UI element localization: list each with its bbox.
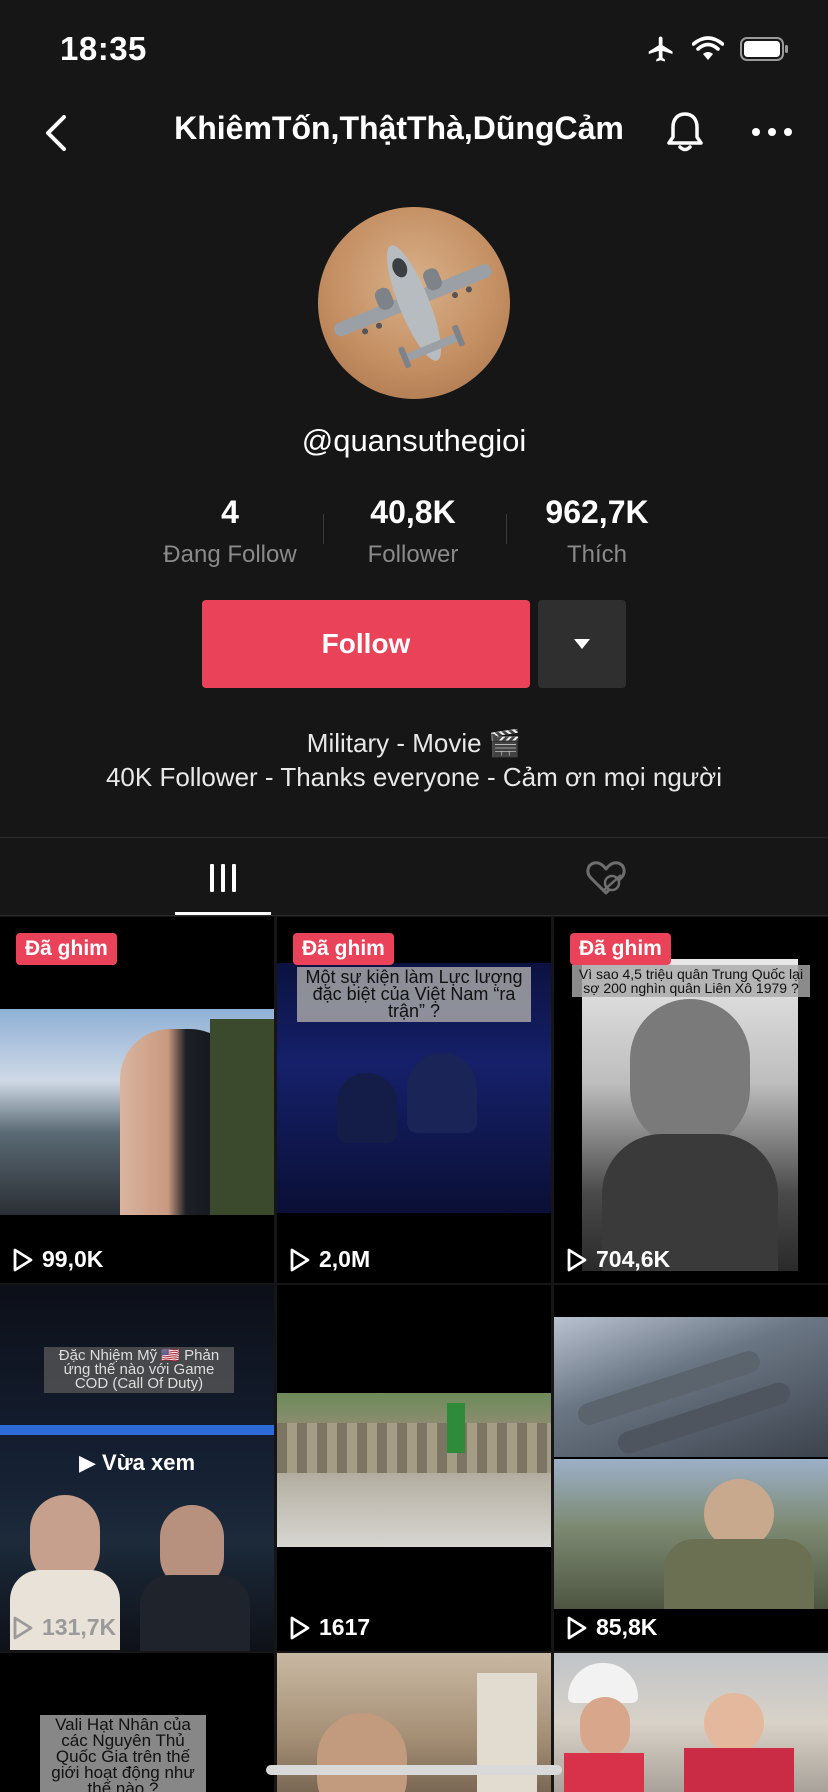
pinned-badge: Đã ghim — [293, 933, 394, 965]
suggested-accounts-button[interactable] — [538, 600, 626, 688]
following-stat[interactable]: 4 Đang Follow — [130, 494, 330, 569]
video-tile[interactable]: Đã ghim Một sự kiện làm Lực lượng đặc bi… — [277, 917, 551, 1283]
video-caption: Vali Hạt Nhân của các Nguyên Thủ Quốc Gi… — [40, 1715, 206, 1792]
divider — [0, 915, 828, 916]
grid-icon — [210, 864, 236, 892]
avatar[interactable] — [318, 207, 510, 399]
back-button[interactable] — [30, 108, 80, 158]
likes-count: 962,7K — [545, 494, 649, 530]
followers-label: Follower — [367, 541, 459, 568]
play-icon — [290, 1616, 310, 1639]
battery-icon — [740, 36, 790, 67]
video-tile[interactable]: Đặc Nhiệm Mỹ 🇺🇸 Phản ứng thế nào với Gam… — [0, 1285, 274, 1651]
view-count-text: 85,8K — [596, 1614, 658, 1640]
play-icon — [567, 1248, 587, 1271]
video-tile[interactable]: Đã ghim 99,0K — [0, 917, 274, 1283]
view-count: 99,0K — [12, 1246, 103, 1273]
view-count-text: 99,0K — [42, 1246, 104, 1272]
more-dots-icon — [752, 128, 792, 136]
video-thumbnail — [554, 1459, 828, 1609]
following-count: 4 — [221, 494, 239, 530]
play-filled-icon: ▶ — [78, 1450, 96, 1475]
video-thumbnail — [554, 1653, 828, 1792]
video-tile[interactable]: Vali Hạt Nhân của các Nguyên Thủ Quốc Gi… — [0, 1653, 274, 1792]
follow-button[interactable]: Follow — [202, 600, 530, 688]
view-count: 131,7K — [12, 1614, 116, 1641]
followers-count: 40,8K — [370, 494, 456, 530]
followers-stat[interactable]: 40,8K Follower — [313, 494, 513, 569]
video-tile[interactable]: 1617 — [277, 1285, 551, 1651]
view-count-text: 1617 — [319, 1614, 371, 1640]
view-count-text: 2,0M — [319, 1246, 371, 1272]
tab-liked[interactable] — [558, 840, 654, 916]
wifi-icon — [691, 36, 725, 67]
tab-videos[interactable] — [175, 840, 271, 916]
status-time: 18:35 — [60, 30, 147, 67]
following-label: Đang Follow — [163, 541, 297, 568]
divider — [0, 837, 828, 838]
play-icon — [13, 1248, 33, 1271]
status-bar: 18:35 — [0, 0, 828, 100]
likes-stat: 962,7K Thích — [497, 494, 697, 569]
view-count: 704,6K — [566, 1246, 670, 1273]
video-thumbnail — [277, 1393, 551, 1547]
recently-watched-label: ▶ Vừa xem — [0, 1450, 274, 1476]
video-thumbnail — [0, 1009, 274, 1215]
jet-aircraft-image — [334, 245, 492, 369]
hidden-heart-icon — [586, 861, 626, 895]
profile-header: KhiêmTốn,ThậtThà,DũngCảm — [0, 100, 828, 164]
play-icon — [290, 1248, 310, 1271]
bio-line: Military - Movie 🎬 — [306, 728, 522, 758]
likes-label: Thích — [566, 541, 628, 568]
video-caption: Vì sao 4,5 triệu quân Trung Quốc lại sợ … — [572, 965, 810, 997]
video-caption: Một sự kiện làm Lực lượng đặc biệt của V… — [297, 967, 531, 1022]
play-icon — [13, 1616, 33, 1639]
view-count-text: 704,6K — [596, 1246, 671, 1272]
more-options-button[interactable] — [746, 106, 798, 158]
view-count: 2,0M — [289, 1246, 370, 1273]
bell-icon — [667, 112, 703, 152]
view-count: 85,8K — [566, 1614, 657, 1641]
play-icon — [567, 1616, 587, 1639]
video-tile[interactable]: Đã ghim Vì sao 4,5 triệu quân Trung Quốc… — [554, 917, 828, 1283]
notification-button[interactable] — [660, 106, 710, 158]
video-thumbnail — [582, 959, 798, 1271]
pinned-badge: Đã ghim — [16, 933, 117, 965]
view-count: 1617 — [289, 1614, 370, 1641]
video-thumbnail — [554, 1317, 828, 1457]
video-tile[interactable] — [554, 1653, 828, 1792]
chevron-left-icon — [46, 115, 66, 151]
pinned-badge: Đã ghim — [570, 933, 671, 965]
caret-down-icon — [574, 639, 590, 649]
profile-title: KhiêmTốn,ThậtThà,DũngCảm — [174, 110, 624, 146]
username: @quansuthegioi — [301, 423, 527, 458]
status-icons — [644, 34, 790, 69]
home-indicator[interactable] — [266, 1765, 562, 1775]
video-tile[interactable]: 85,8K — [554, 1285, 828, 1651]
video-caption: Đặc Nhiệm Mỹ 🇺🇸 Phản ứng thế nào với Gam… — [44, 1347, 234, 1393]
view-count-text: 131,7K — [42, 1614, 117, 1640]
bio-line: 40K Follower - Thanks everyone - Cảm ơn … — [105, 762, 723, 792]
airplane-icon — [644, 34, 676, 69]
recently-watched-text: Vừa xem — [102, 1450, 196, 1475]
